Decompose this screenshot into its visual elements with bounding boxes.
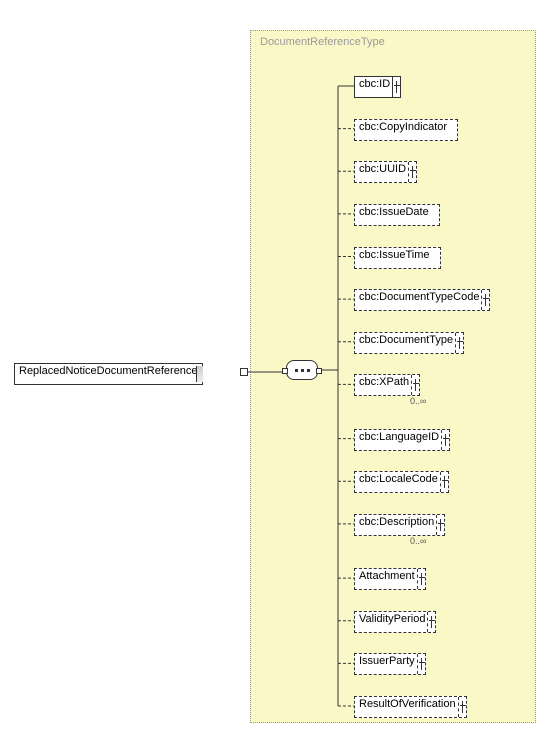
child-element-label: cbc:LocaleCode: [359, 473, 438, 485]
child-element-label: Attachment: [359, 570, 415, 582]
child-element-box: cbc:IssueTime: [354, 247, 441, 269]
child-element-box: ValidityPeriod: [354, 611, 436, 633]
cardinality-label: 0..∞: [410, 536, 426, 546]
type-name-label: DocumentReferenceType: [260, 36, 385, 48]
cardinality-label: 0..∞: [410, 396, 426, 406]
child-element-box: cbc:LocaleCode: [354, 471, 449, 493]
child-element-box: cbc:CopyIndicator: [354, 119, 458, 141]
child-element-label: cbc:UUID: [359, 163, 406, 175]
child-element-label: cbc:Description: [359, 516, 434, 528]
root-connector-marker: [240, 368, 248, 376]
child-element-box: cbc:Description: [354, 514, 445, 536]
child-element-label: ResultOfVerification: [359, 698, 456, 710]
child-element-box: cbc:XPath: [354, 374, 420, 396]
child-element-label: cbc:ID: [359, 78, 390, 90]
expand-icon: [417, 569, 426, 589]
expand-icon: [458, 697, 467, 717]
child-element-label: cbc:LanguageID: [359, 431, 439, 443]
diagram-canvas: DocumentReferenceType ReplacedNoticeDocu…: [0, 0, 544, 738]
expand-icon: [441, 430, 450, 450]
child-element-label: ValidityPeriod: [359, 613, 425, 625]
expand-icon: [411, 375, 420, 395]
child-element-label: IssuerParty: [359, 655, 415, 667]
expand-icon: [427, 612, 436, 632]
expand-icon: [392, 77, 401, 97]
child-element-box: cbc:DocumentTypeCode: [354, 289, 490, 311]
child-element-box: Attachment: [354, 568, 426, 590]
expand-icon: [417, 654, 426, 674]
expand-icon: [481, 290, 490, 310]
child-element-label: cbc:DocumentType: [359, 334, 453, 346]
child-element-label: cbc:XPath: [359, 376, 409, 388]
child-element-box: ResultOfVerification: [354, 696, 467, 718]
child-element-box: cbc:UUID: [354, 161, 417, 183]
expand-icon: [408, 162, 417, 182]
child-element-label: cbc:DocumentTypeCode: [359, 291, 479, 303]
child-element-box: cbc:LanguageID: [354, 429, 450, 451]
expand-icon: [455, 333, 464, 353]
sequence-compositor: [286, 360, 318, 380]
child-element-box: IssuerParty: [354, 653, 426, 675]
child-element-box: cbc:ID: [354, 76, 401, 98]
child-element-label: cbc:IssueDate: [359, 206, 429, 218]
root-element-box: ReplacedNoticeDocumentReference: [14, 363, 203, 385]
root-element-label: ReplacedNoticeDocumentReference: [19, 365, 198, 377]
expand-icon: [440, 472, 449, 492]
child-element-box: cbc:IssueDate: [354, 204, 440, 226]
expand-icon: [436, 515, 445, 535]
child-element-box: cbc:DocumentType: [354, 332, 464, 354]
child-element-label: cbc:CopyIndicator: [359, 121, 447, 133]
child-element-label: cbc:IssueTime: [359, 249, 430, 261]
